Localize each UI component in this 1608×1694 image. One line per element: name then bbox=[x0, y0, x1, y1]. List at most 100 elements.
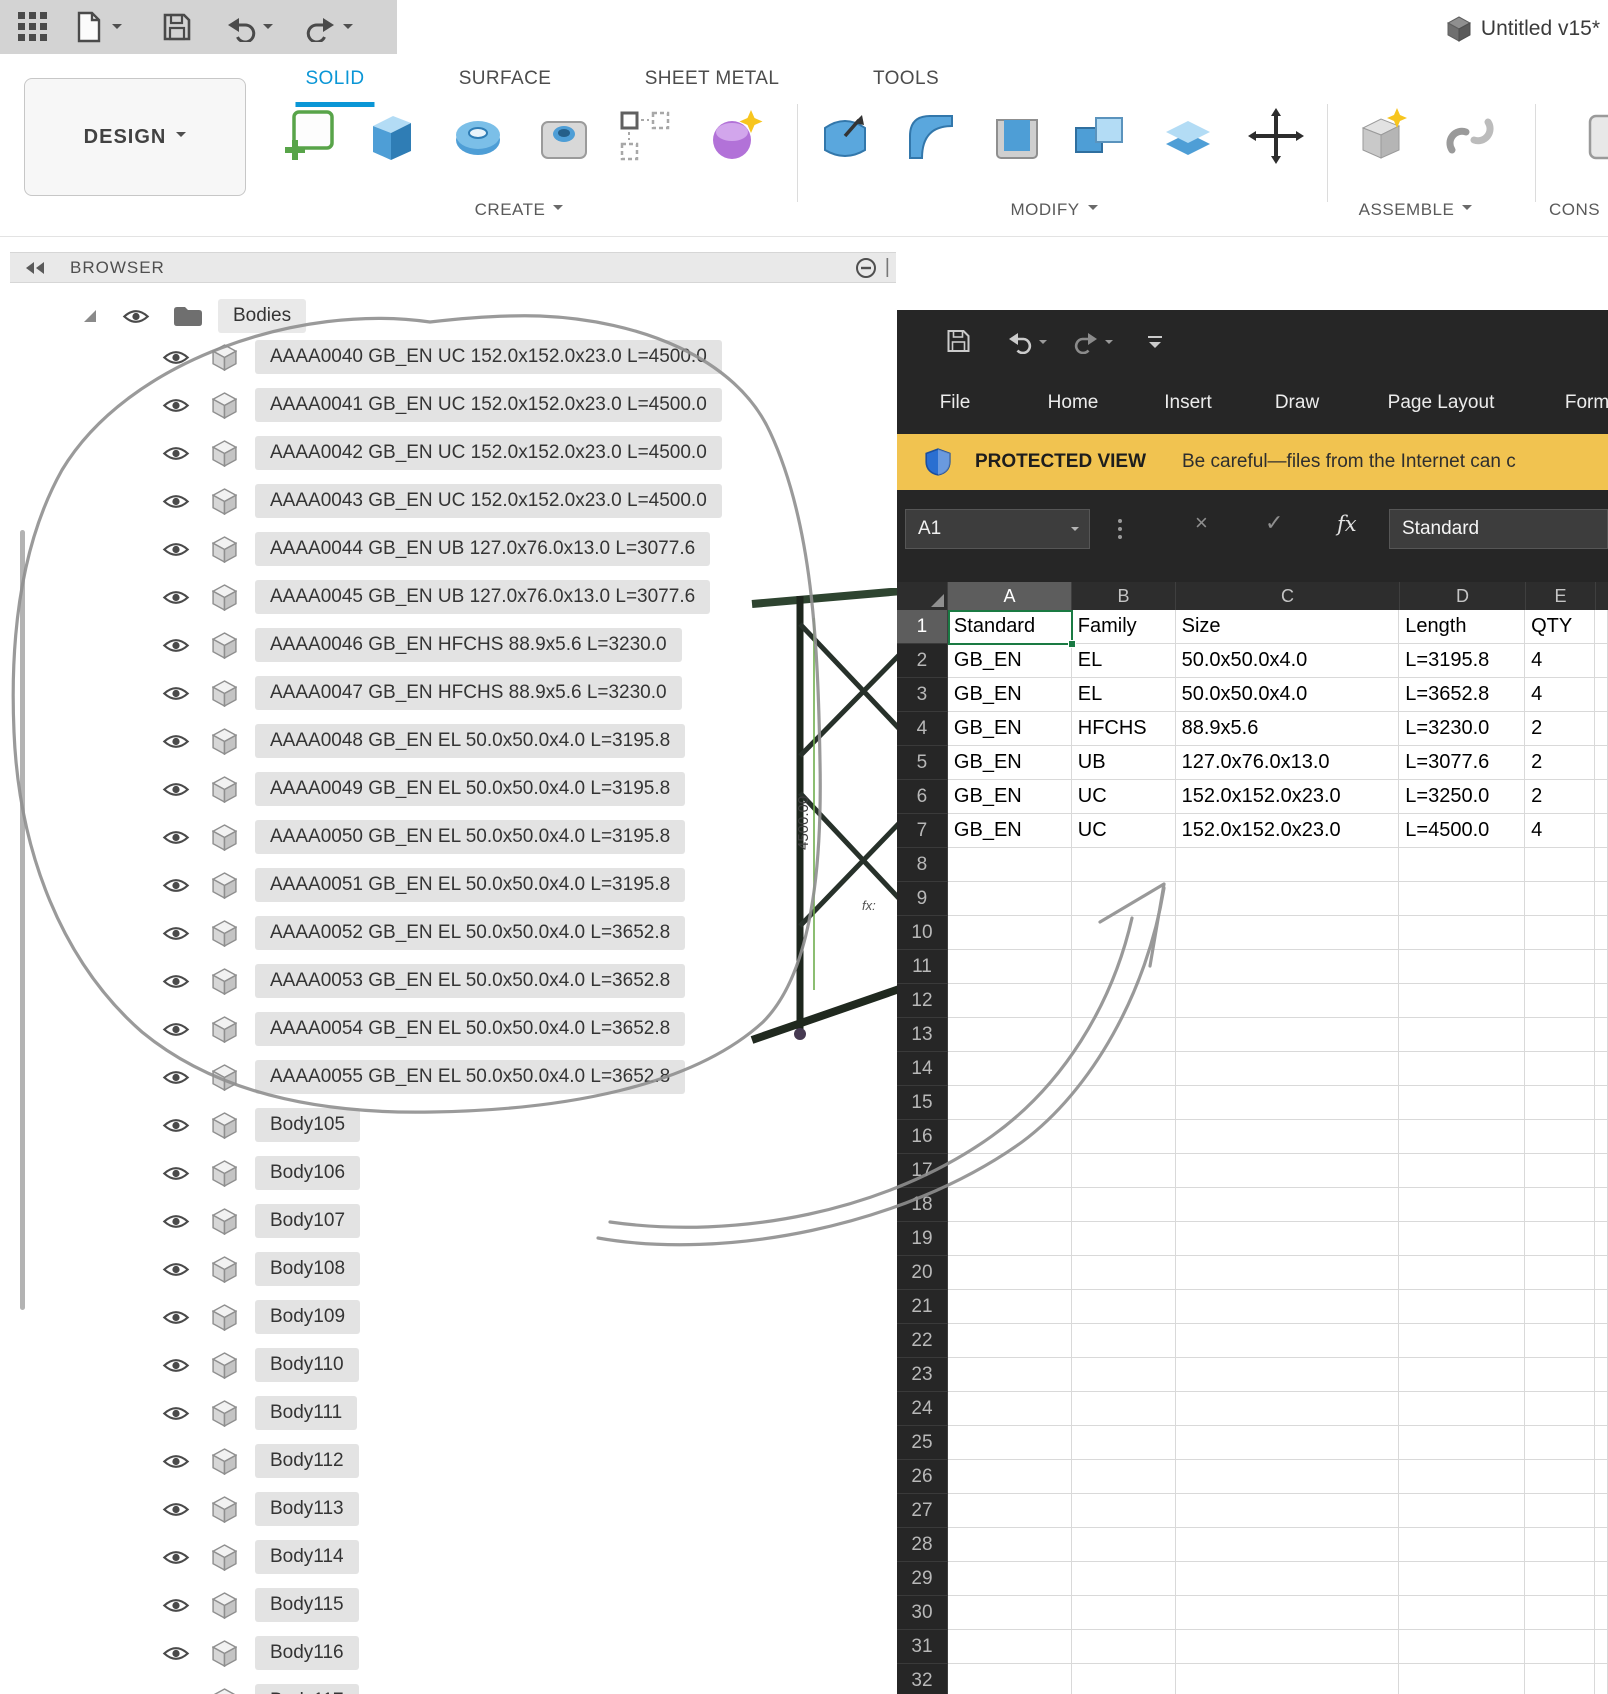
visibility-eye-icon[interactable] bbox=[162, 541, 190, 558]
browser-item-label[interactable]: Body115 bbox=[255, 1588, 359, 1622]
visibility-eye-icon[interactable] bbox=[162, 1213, 190, 1230]
browser-item[interactable]: AAAA0054 GB_EN EL 50.0x50.0x4.0 L=3652.8 bbox=[162, 1005, 722, 1053]
cell-A27[interactable] bbox=[948, 1494, 1072, 1528]
tab-sheet-metal[interactable]: SHEET METAL bbox=[635, 62, 790, 102]
visibility-eye-icon[interactable] bbox=[162, 1021, 190, 1038]
redo-icon[interactable] bbox=[306, 14, 336, 42]
cell-E16[interactable] bbox=[1525, 1120, 1595, 1154]
cell-D19[interactable] bbox=[1399, 1222, 1525, 1256]
visibility-eye-icon[interactable] bbox=[162, 1165, 190, 1182]
cell-D12[interactable] bbox=[1399, 984, 1525, 1018]
visibility-eye-icon[interactable] bbox=[162, 589, 190, 606]
chevron-down-icon[interactable] bbox=[343, 24, 353, 34]
row-header-21[interactable]: 21 bbox=[897, 1290, 948, 1324]
browser-item-label[interactable]: AAAA0049 GB_EN EL 50.0x50.0x4.0 L=3195.8 bbox=[255, 772, 685, 806]
cell-F15[interactable] bbox=[1595, 1086, 1608, 1120]
browser-item-label[interactable]: AAAA0055 GB_EN EL 50.0x50.0x4.0 L=3652.8 bbox=[255, 1060, 685, 1094]
cell-F10[interactable] bbox=[1595, 916, 1608, 950]
cell-E24[interactable] bbox=[1525, 1392, 1595, 1426]
column-header-D[interactable]: D bbox=[1400, 582, 1526, 610]
browser-item-label[interactable]: Body112 bbox=[255, 1444, 359, 1478]
row-header-9[interactable]: 9 bbox=[897, 882, 948, 916]
browser-item-label[interactable]: AAAA0045 GB_EN UB 127.0x76.0x13.0 L=3077… bbox=[255, 580, 710, 614]
excel-menu-form[interactable]: Form bbox=[1565, 382, 1608, 424]
cell-C3[interactable]: 50.0x50.0x4.0 bbox=[1176, 678, 1400, 712]
visibility-eye-icon[interactable] bbox=[162, 1117, 190, 1134]
chevron-down-icon[interactable] bbox=[1105, 340, 1113, 348]
cell-C30[interactable] bbox=[1176, 1596, 1400, 1630]
cell-A23[interactable] bbox=[948, 1358, 1072, 1392]
combine-icon[interactable] bbox=[1070, 106, 1130, 166]
cell-C16[interactable] bbox=[1176, 1120, 1400, 1154]
construct-plane-icon[interactable] bbox=[1588, 106, 1608, 166]
confirm-entry-icon[interactable]: ✓ bbox=[1265, 510, 1283, 536]
row-header-11[interactable]: 11 bbox=[897, 950, 948, 984]
browser-item-label[interactable]: AAAA0040 GB_EN UC 152.0x152.0x23.0 L=450… bbox=[255, 340, 722, 374]
browser-item[interactable]: AAAA0050 GB_EN EL 50.0x50.0x4.0 L=3195.8 bbox=[162, 813, 722, 861]
browser-item[interactable]: AAAA0049 GB_EN EL 50.0x50.0x4.0 L=3195.8 bbox=[162, 765, 722, 813]
cell-C7[interactable]: 152.0x152.0x23.0 bbox=[1176, 814, 1400, 848]
browser-item-label[interactable]: Body114 bbox=[255, 1540, 359, 1574]
browser-item-label[interactable]: AAAA0043 GB_EN UC 152.0x152.0x23.0 L=450… bbox=[255, 484, 722, 518]
cell-D14[interactable] bbox=[1399, 1052, 1525, 1086]
row-header-26[interactable]: 26 bbox=[897, 1460, 948, 1494]
visibility-eye-icon[interactable] bbox=[162, 925, 190, 942]
row-header-18[interactable]: 18 bbox=[897, 1188, 948, 1222]
browser-item-label[interactable]: AAAA0044 GB_EN UB 127.0x76.0x13.0 L=3077… bbox=[255, 532, 710, 566]
row-header-7[interactable]: 7 bbox=[897, 814, 948, 848]
browser-item[interactable]: AAAA0047 GB_EN HFCHS 88.9x5.6 L=3230.0 bbox=[162, 669, 722, 717]
browser-item-label[interactable]: AAAA0041 GB_EN UC 152.0x152.0x23.0 L=450… bbox=[255, 388, 722, 422]
cell-E17[interactable] bbox=[1525, 1154, 1595, 1188]
cell-D16[interactable] bbox=[1399, 1120, 1525, 1154]
cell-A28[interactable] bbox=[948, 1528, 1072, 1562]
cell-B20[interactable] bbox=[1072, 1256, 1176, 1290]
browser-item[interactable]: Body115 bbox=[162, 1581, 722, 1629]
visibility-eye-icon[interactable] bbox=[162, 973, 190, 990]
tab-surface[interactable]: SURFACE bbox=[449, 62, 562, 102]
cell-C25[interactable] bbox=[1176, 1426, 1400, 1460]
cell-F29[interactable] bbox=[1595, 1562, 1608, 1596]
cell-E21[interactable] bbox=[1525, 1290, 1595, 1324]
cell-D10[interactable] bbox=[1399, 916, 1525, 950]
browser-item-label[interactable]: Body117 bbox=[255, 1684, 359, 1694]
browser-item-label[interactable]: Body111 bbox=[255, 1396, 357, 1430]
insert-function-icon[interactable]: fx bbox=[1337, 512, 1357, 536]
cell-D30[interactable] bbox=[1399, 1596, 1525, 1630]
rectangular-pattern-icon[interactable] bbox=[615, 106, 675, 166]
cell-A2[interactable]: GB_EN bbox=[948, 644, 1072, 678]
browser-item-label[interactable]: AAAA0054 GB_EN EL 50.0x50.0x4.0 L=3652.8 bbox=[255, 1012, 685, 1046]
row-header-10[interactable]: 10 bbox=[897, 916, 948, 950]
cell-E13[interactable] bbox=[1525, 1018, 1595, 1052]
tab-tools[interactable]: TOOLS bbox=[863, 62, 949, 102]
column-header-E[interactable]: E bbox=[1526, 582, 1596, 610]
undo-icon[interactable] bbox=[226, 14, 256, 42]
cell-D21[interactable] bbox=[1399, 1290, 1525, 1324]
offset-plane-icon[interactable] bbox=[1158, 106, 1218, 166]
cell-D32[interactable] bbox=[1399, 1664, 1525, 1694]
cell-E30[interactable] bbox=[1525, 1596, 1595, 1630]
cell-E3[interactable]: 4 bbox=[1525, 678, 1595, 712]
column-header-A[interactable]: A bbox=[948, 582, 1072, 610]
cell-A26[interactable] bbox=[948, 1460, 1072, 1494]
visibility-eye-icon[interactable] bbox=[162, 733, 190, 750]
excel-menu-insert[interactable]: Insert bbox=[1164, 382, 1212, 424]
cell-D4[interactable]: L=3230.0 bbox=[1399, 712, 1525, 746]
browser-item[interactable]: Body113 bbox=[162, 1485, 722, 1533]
cell-F23[interactable] bbox=[1595, 1358, 1608, 1392]
browser-item-label[interactable]: AAAA0042 GB_EN UC 152.0x152.0x23.0 L=450… bbox=[255, 436, 722, 470]
row-header-16[interactable]: 16 bbox=[897, 1120, 948, 1154]
browser-item[interactable]: Body105 bbox=[162, 1101, 722, 1149]
cell-B18[interactable] bbox=[1072, 1188, 1176, 1222]
cell-A32[interactable] bbox=[948, 1664, 1072, 1694]
cell-F22[interactable] bbox=[1595, 1324, 1608, 1358]
cell-B29[interactable] bbox=[1072, 1562, 1176, 1596]
browser-item[interactable]: AAAA0053 GB_EN EL 50.0x50.0x4.0 L=3652.8 bbox=[162, 957, 722, 1005]
browser-item[interactable]: AAAA0046 GB_EN HFCHS 88.9x5.6 L=3230.0 bbox=[162, 621, 722, 669]
cell-D28[interactable] bbox=[1399, 1528, 1525, 1562]
browser-item[interactable]: Body108 bbox=[162, 1245, 722, 1293]
cell-A13[interactable] bbox=[948, 1018, 1072, 1052]
cell-F32[interactable] bbox=[1595, 1664, 1608, 1694]
cell-A20[interactable] bbox=[948, 1256, 1072, 1290]
cell-F6[interactable] bbox=[1595, 780, 1608, 814]
cell-D1[interactable]: Length bbox=[1399, 610, 1525, 644]
